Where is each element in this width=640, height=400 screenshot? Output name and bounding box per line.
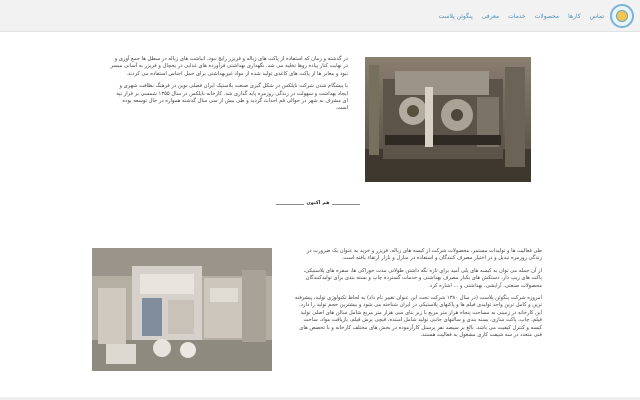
nav-item-contact[interactable]: تماس xyxy=(590,11,604,23)
nav-item-services[interactable]: خدمات xyxy=(508,11,526,23)
nav-item-works[interactable]: کارها xyxy=(568,11,581,23)
current-paragraph-1: طی فعالیت ها و تولیدات مستمر، محصولات شر… xyxy=(306,248,542,262)
nav-item-products[interactable]: محصولات xyxy=(535,11,559,23)
current-section-text: طی فعالیت ها و تولیدات مستمر، محصولات شر… xyxy=(292,248,542,344)
company-logo-icon[interactable] xyxy=(610,4,634,28)
history-paragraph-1: در گذشته و زمان که استفاده از پاکت های ز… xyxy=(110,56,348,77)
logo-emblem xyxy=(616,10,628,22)
printing-machine-image xyxy=(365,57,531,182)
current-paragraph-2: از آن جمله می توان به کیسه های پلی آمید … xyxy=(303,267,543,289)
divider-line-right xyxy=(332,204,360,205)
history-paragraph-2: با پیشگام شدن شرکت نایلکس در شکل گیری صن… xyxy=(116,83,348,112)
site-header: پنگوئن پلاست معرفی خدمات محصولات کارها ت… xyxy=(0,0,640,32)
nav-item-home[interactable]: پنگوئن پلاست xyxy=(439,11,473,23)
production-line-image xyxy=(92,248,272,371)
history-section-text: در گذشته و زمان که استفاده از پاکت های ز… xyxy=(110,56,348,118)
main-nav: پنگوئن پلاست معرفی خدمات محصولات کارها ت… xyxy=(439,11,604,23)
factory-production-line-photo xyxy=(92,248,272,371)
factory-printing-machine-photo xyxy=(365,57,531,182)
current-paragraph-3: امروزه شرکت پنگوئن پلاست (در سال ۱۳۸۰ شر… xyxy=(294,295,542,339)
nav-item-about[interactable]: معرفی xyxy=(482,11,499,23)
divider-line-left xyxy=(276,204,304,205)
section-divider: هم اکنون xyxy=(276,199,360,209)
section-heading-now: هم اکنون xyxy=(306,200,330,206)
